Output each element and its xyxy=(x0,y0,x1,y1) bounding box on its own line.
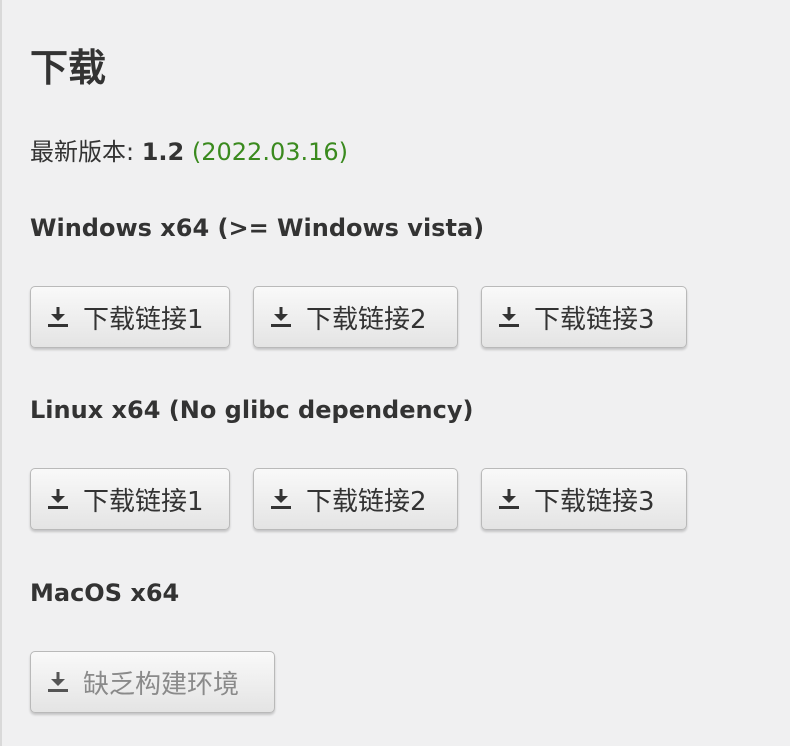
download-icon xyxy=(45,304,71,330)
download-icon xyxy=(496,486,522,512)
windows-download-link-1-button[interactable]: 下载链接1 xyxy=(30,286,230,348)
page-title: 下载 xyxy=(30,46,107,90)
linux-download-link-2-button[interactable]: 下载链接2 xyxy=(253,468,458,530)
macos-heading: MacOS x64 xyxy=(30,579,180,607)
linux-download-link-3-button[interactable]: 下载链接3 xyxy=(481,468,687,530)
left-border xyxy=(0,0,2,746)
download-link-label: 下载链接1 xyxy=(83,304,204,335)
download-icon xyxy=(45,669,71,695)
version-info: 最新版本: 1.2 (2022.03.16) xyxy=(30,136,348,168)
download-link-label: 缺乏构建环境 xyxy=(83,669,240,700)
version-date: (2022.03.16) xyxy=(191,138,349,166)
download-icon xyxy=(45,486,71,512)
windows-download-row: 下载链接1 下载链接2 下载链接3 xyxy=(30,286,770,352)
linux-download-row: 下载链接1 下载链接2 下载链接3 xyxy=(30,468,770,534)
download-icon xyxy=(496,304,522,330)
macos-download-row: 缺乏构建环境 xyxy=(30,651,770,717)
windows-heading: Windows x64 (>= Windows vista) xyxy=(30,214,485,242)
macos-build-unavailable-button[interactable]: 缺乏构建环境 xyxy=(30,651,275,713)
download-link-label: 下载链接2 xyxy=(306,304,427,335)
download-link-label: 下载链接3 xyxy=(534,304,655,335)
linux-heading: Linux x64 (No glibc dependency) xyxy=(30,396,474,424)
download-link-label: 下载链接2 xyxy=(306,486,427,517)
windows-download-link-3-button[interactable]: 下载链接3 xyxy=(481,286,687,348)
download-link-label: 下载链接1 xyxy=(83,486,204,517)
download-link-label: 下载链接3 xyxy=(534,486,655,517)
download-icon xyxy=(268,486,294,512)
download-icon xyxy=(268,304,294,330)
version-label: 最新版本: xyxy=(30,138,142,166)
windows-download-link-2-button[interactable]: 下载链接2 xyxy=(253,286,458,348)
version-number: 1.2 xyxy=(141,138,185,166)
linux-download-link-1-button[interactable]: 下载链接1 xyxy=(30,468,230,530)
